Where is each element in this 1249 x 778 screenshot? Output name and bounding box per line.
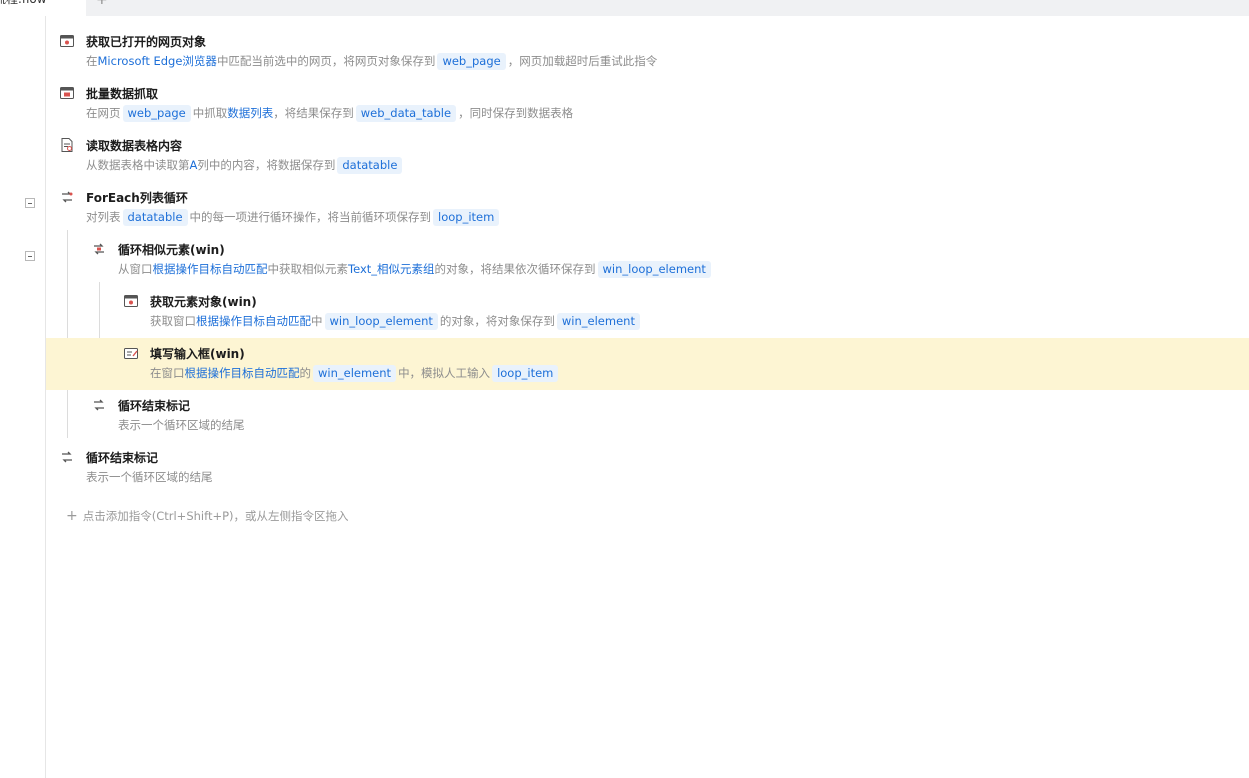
add-tab-button[interactable]: + — [96, 0, 108, 8]
loop-end-icon — [60, 450, 74, 464]
desc-text: 表示一个循环区域的结尾 — [118, 418, 245, 432]
step-row[interactable]: 循环结束标记表示一个循环区域的结尾 — [46, 442, 1249, 494]
step-title: ForEach列表循环 — [86, 191, 188, 205]
step-row[interactable]: 填写输入框(win) 在窗口根据操作目标自动匹配的 win_element 中，模拟人… — [46, 338, 1249, 390]
desc-text: 在 — [86, 54, 98, 68]
step-description: 在窗口根据操作目标自动匹配的 win_element 中，模拟人工输入 loop_it… — [150, 364, 560, 382]
desc-text: 中，模拟人工输入 — [398, 366, 491, 380]
variable-chip[interactable]: win_element — [313, 365, 397, 382]
desc-text: ，将结果保存到 — [273, 106, 354, 120]
step-title: 循环相似元素(win) — [118, 243, 225, 257]
collapse-toggle-loop-element[interactable] — [25, 251, 35, 261]
add-command-plus-icon: + — [66, 508, 78, 524]
step-row[interactable]: 获取元素对象(win) 获取窗口根据操作目标自动匹配中 win_loop_eleme… — [46, 286, 1249, 338]
param-link[interactable]: 根据操作目标自动匹配 — [196, 314, 311, 328]
element-window-icon — [124, 294, 138, 308]
desc-text: 获取窗口 — [150, 314, 196, 328]
step-row[interactable]: 读取数据表格内容从数据表格中读取第A列中的内容，将数据保存到 datatable — [46, 130, 1249, 182]
variable-chip[interactable]: datatable — [122, 209, 188, 226]
input-box-icon — [124, 346, 138, 360]
desc-text: 表示一个循环区域的结尾 — [86, 470, 213, 484]
desc-text: 列中的内容，将数据保存到 — [197, 158, 336, 172]
step-description: 获取窗口根据操作目标自动匹配中 win_loop_element 的对象，将对象保存… — [150, 312, 642, 330]
browser-window-icon — [60, 34, 74, 48]
loop-icon — [60, 190, 74, 204]
step-title: 批量数据抓取 — [86, 87, 159, 101]
desc-text: ，网页加载超时后重试此指令 — [507, 54, 658, 68]
step-description: 对列表 datatable 中的每一项进行循环操作，将当前循环项保存到 loop_it… — [86, 208, 501, 226]
desc-text: 中获取相似元素 — [267, 262, 349, 276]
variable-chip[interactable]: win_loop_element — [597, 261, 711, 278]
desc-text: 的 — [299, 366, 312, 380]
variable-chip[interactable]: datatable — [337, 157, 403, 174]
param-link[interactable]: 根据操作目标自动匹配 — [153, 262, 268, 276]
data-grab-icon — [60, 86, 74, 100]
step-row[interactable]: 循环结束标记表示一个循环区域的结尾 — [46, 390, 1249, 442]
desc-text: 中的每一项进行循环操作，将当前循环项保存到 — [189, 210, 432, 224]
add-command-hint[interactable]: + 点击添加指令(Ctrl+Shift+P)，或从左侧指令区拖入 — [66, 508, 349, 524]
step-description: 表示一个循环区域的结尾 — [86, 468, 213, 486]
param-link[interactable]: Text_相似元素组 — [348, 262, 435, 276]
loop-element-icon — [92, 242, 106, 256]
tab-title: 流程.flow — [0, 0, 47, 8]
step-title: 读取数据表格内容 — [86, 139, 183, 153]
desc-text: 的对象，将对象保存到 — [439, 314, 555, 328]
desc-text: 中抓取 — [192, 106, 228, 120]
param-link[interactable]: 数据列表 — [227, 106, 273, 120]
step-title: 填写输入框(win) — [150, 347, 245, 361]
variable-chip[interactable]: web_data_table — [355, 105, 457, 122]
desc-text: 对列表 — [86, 210, 121, 224]
variable-chip[interactable]: loop_item — [433, 209, 500, 226]
loop-end-icon — [92, 398, 106, 412]
step-row[interactable]: 获取已打开的网页对象 在Microsoft Edge浏览器中匹配当前选中的网页，将… — [46, 26, 1249, 78]
desc-text: 从数据表格中读取第 — [86, 158, 190, 172]
desc-text: 从窗口 — [118, 262, 153, 276]
step-title: 循环结束标记 — [118, 399, 191, 413]
collapse-toggle-foreach[interactable] — [25, 198, 35, 208]
step-row[interactable]: 循环相似元素(win) 从窗口根据操作目标自动匹配中获取相似元素Text_相似元素… — [46, 234, 1249, 286]
variable-chip[interactable]: web_page — [437, 53, 506, 70]
param-link[interactable]: 根据操作目标自动匹配 — [185, 366, 300, 380]
step-title: 循环结束标记 — [86, 451, 159, 465]
desc-text: 的对象，将结果依次循环保存到 — [434, 262, 596, 276]
read-table-icon — [60, 138, 74, 152]
variable-chip[interactable]: win_loop_element — [324, 313, 438, 330]
tab-flow[interactable]: 流程.flow — [0, 0, 86, 16]
tab-bar: 流程.flow + — [0, 0, 1249, 16]
step-title: 获取已打开的网页对象 — [86, 35, 207, 49]
step-row[interactable]: 批量数据抓取 在网页 web_page 中抓取数据列表，将结果保存到 web_data_… — [46, 78, 1249, 130]
variable-chip[interactable]: loop_item — [492, 365, 559, 382]
step-description: 在Microsoft Edge浏览器中匹配当前选中的网页，将网页对象保存到 web… — [86, 52, 657, 70]
desc-text: 中 — [311, 314, 323, 328]
variable-chip[interactable]: win_element — [556, 313, 640, 330]
step-title: 获取元素对象(win) — [150, 295, 257, 309]
add-command-label: 点击添加指令(Ctrl+Shift+P)，或从左侧指令区拖入 — [82, 509, 349, 523]
desc-text: 在网页 — [86, 106, 121, 120]
step-description: 从窗口根据操作目标自动匹配中获取相似元素Text_相似元素组的对象，将结果依次循… — [118, 260, 713, 278]
desc-text: 中匹配当前选中的网页，将网页对象保存到 — [216, 54, 436, 68]
desc-text: 在窗口 — [150, 366, 185, 380]
step-description: 在网页 web_page 中抓取数据列表，将结果保存到 web_data_table，… — [86, 104, 573, 122]
step-description: 表示一个循环区域的结尾 — [118, 416, 245, 434]
variable-chip[interactable]: web_page — [122, 105, 191, 122]
desc-text: ，同时保存到数据表格 — [458, 106, 574, 120]
param-link[interactable]: Microsoft Edge浏览器 — [98, 54, 217, 68]
step-description: 从数据表格中读取第A列中的内容，将数据保存到 datatable — [86, 156, 404, 174]
step-row[interactable]: ForEach列表循环 对列表 datatable 中的每一项进行循环操作，将当前循环… — [46, 182, 1249, 234]
